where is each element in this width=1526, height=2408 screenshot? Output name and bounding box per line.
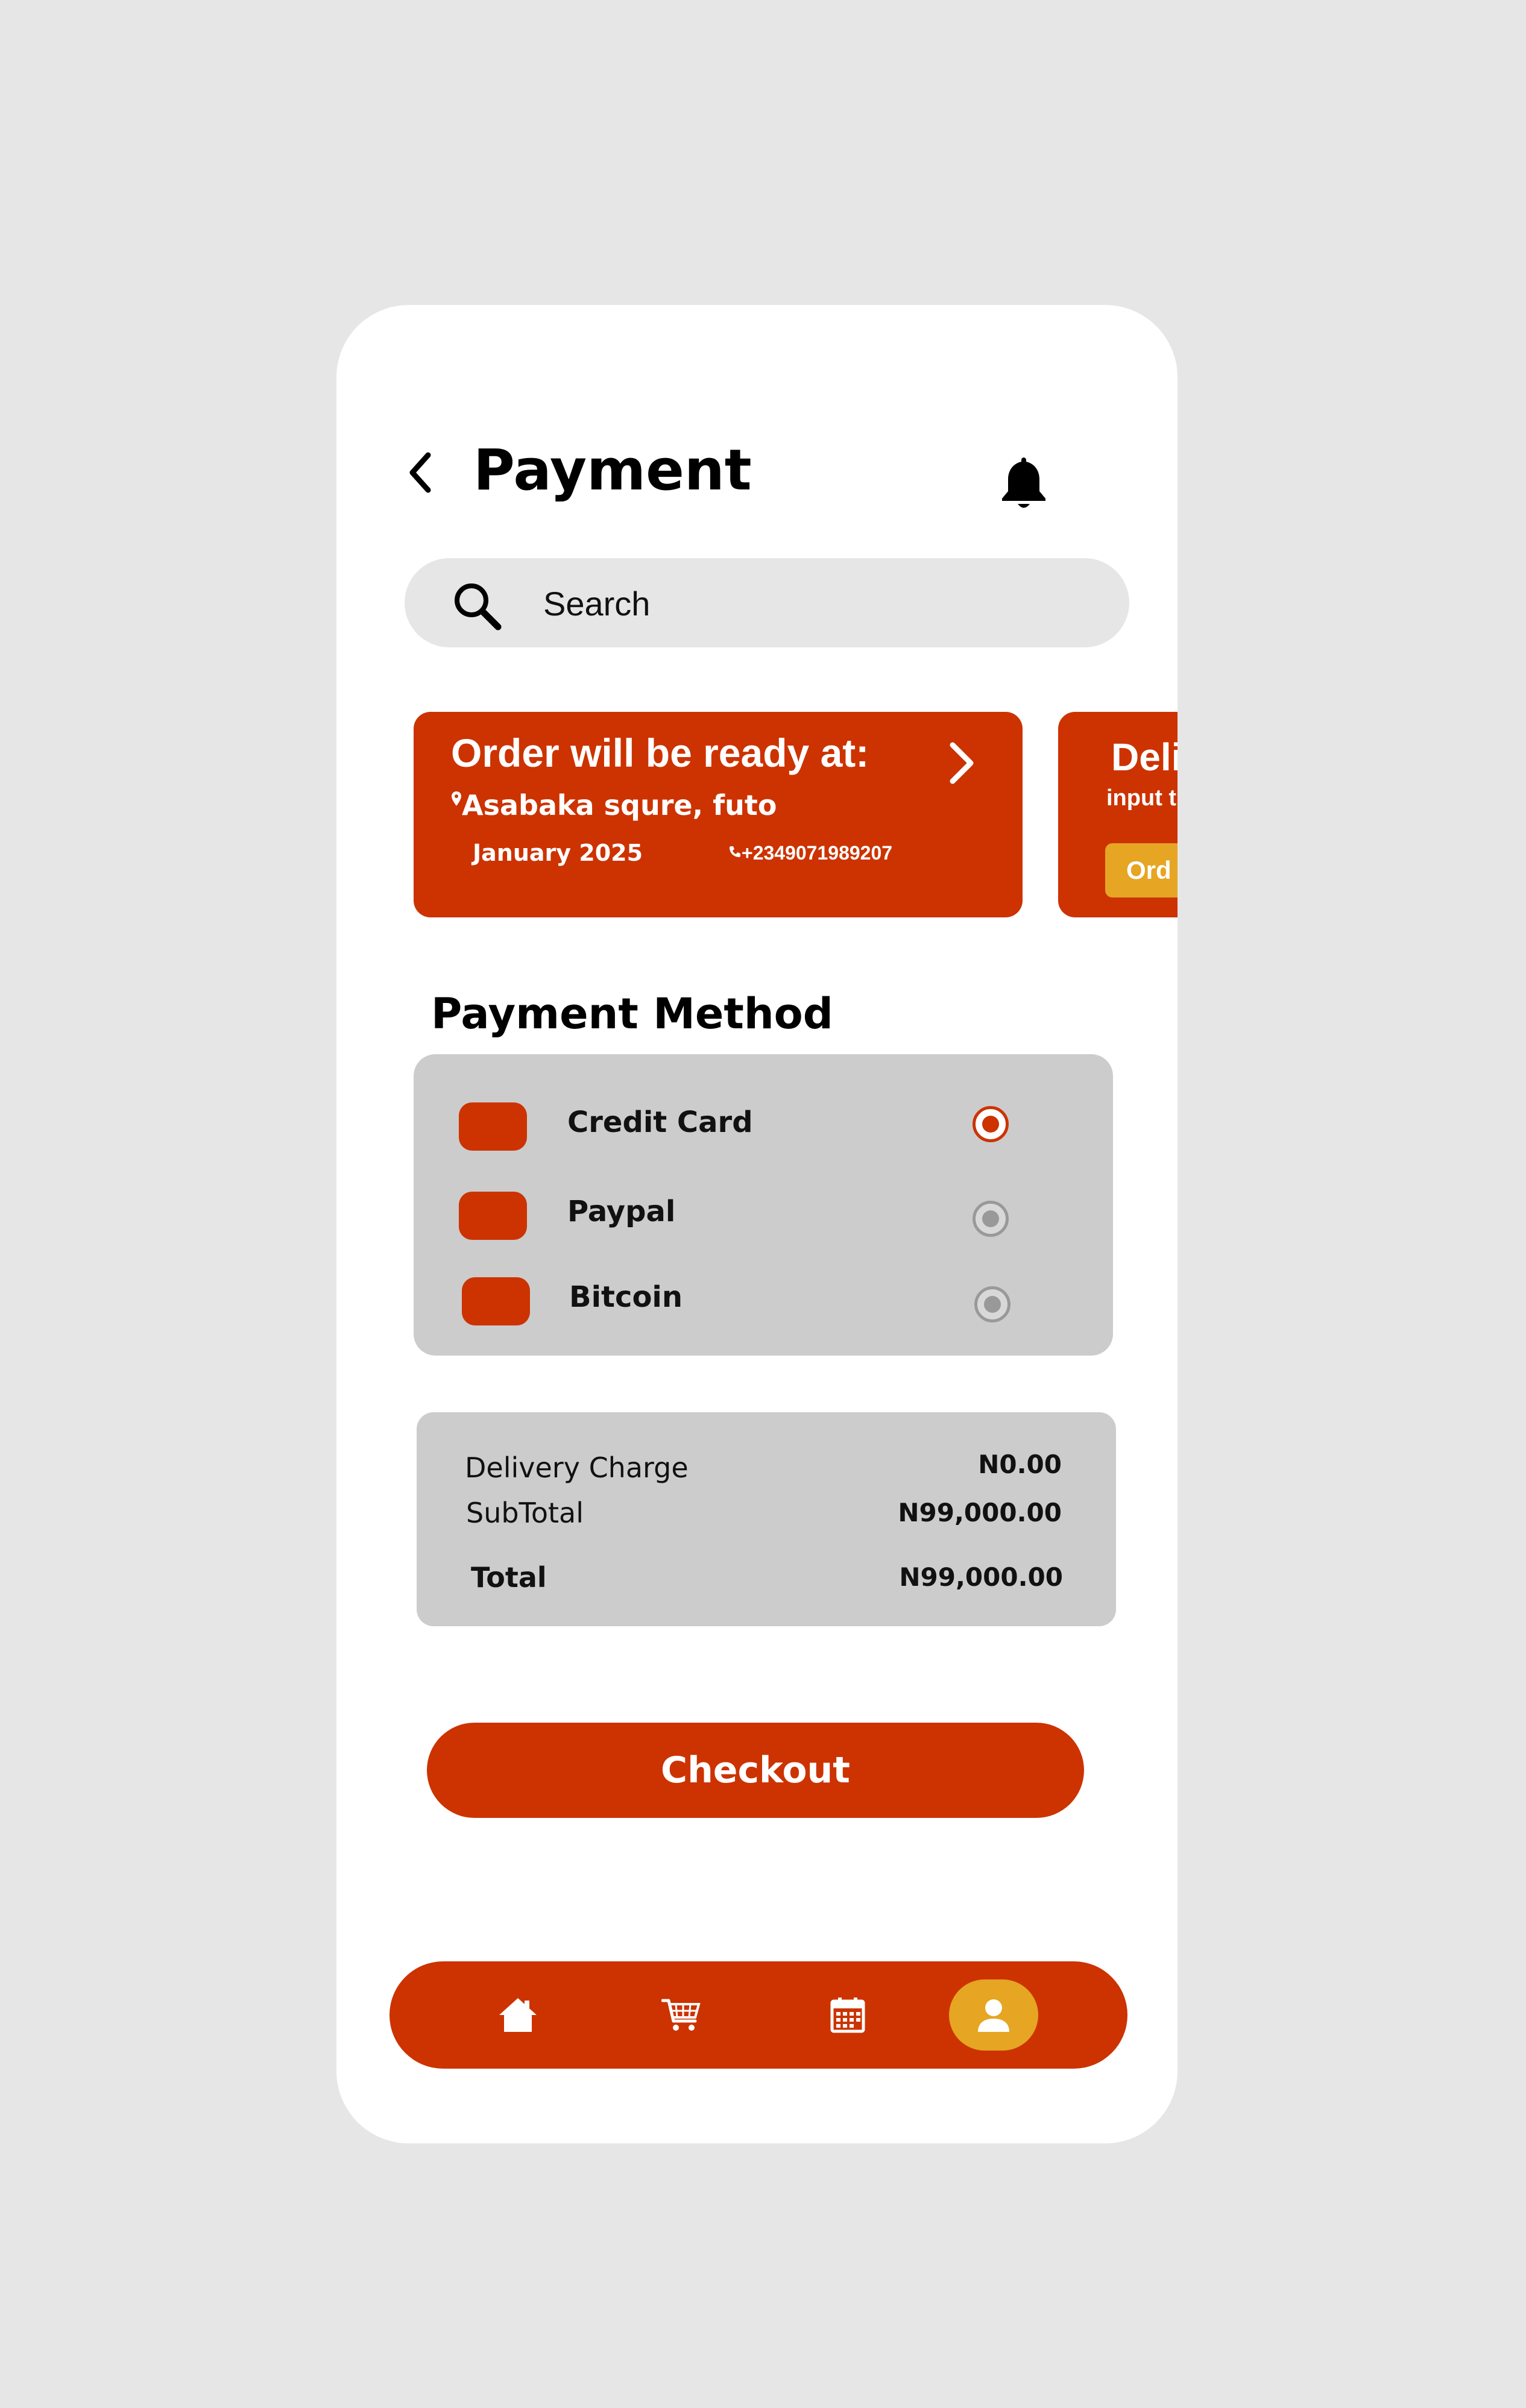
- nav-cart[interactable]: [645, 1979, 717, 2051]
- order-heading: Order will be ready at:: [451, 731, 869, 775]
- delivery-charge-label: Delivery Charge: [465, 1451, 689, 1484]
- payment-option-label: Paypal: [567, 1195, 676, 1228]
- chevron-left-icon: [409, 452, 431, 493]
- bottom-nav: [389, 1961, 1127, 2069]
- subtotal-label: SubTotal: [466, 1497, 584, 1529]
- order-summary: Delivery Charge N0.00 SubTotal N99,000.0…: [417, 1412, 1116, 1626]
- chevron-right-icon[interactable]: [944, 739, 980, 787]
- nav-home[interactable]: [482, 1979, 554, 2051]
- payment-option-label: Credit Card: [567, 1105, 753, 1139]
- paypal-icon: [459, 1192, 527, 1240]
- payment-option-credit-card[interactable]: Credit Card: [414, 1090, 1113, 1157]
- search-input[interactable]: [543, 576, 1074, 630]
- radio-selected[interactable]: [973, 1106, 1009, 1142]
- order-address-text: Asabaka squre, futo: [462, 789, 777, 822]
- order-date: January 2025: [473, 840, 643, 866]
- phone-icon: [730, 846, 740, 857]
- total-value: N99,000.00: [899, 1562, 1063, 1592]
- search-icon: [455, 583, 502, 630]
- nav-profile[interactable]: [949, 1979, 1038, 2051]
- checkout-button[interactable]: Checkout: [427, 1723, 1084, 1818]
- delivery-order-button[interactable]: Ord: [1105, 843, 1178, 897]
- payment-method-title: Payment Method: [431, 989, 833, 1039]
- home-icon: [499, 1998, 537, 2032]
- subtotal-value: N99,000.00: [898, 1498, 1062, 1527]
- payment-option-bitcoin[interactable]: Bitcoin: [414, 1265, 1113, 1331]
- payment-method-list: Credit Card Paypal Bitcoin: [414, 1054, 1113, 1356]
- radio-unselected[interactable]: [973, 1201, 1009, 1237]
- bitcoin-icon: [462, 1277, 530, 1325]
- payment-option-label: Bitcoin: [569, 1280, 683, 1314]
- phone-screen: Payment Order will be ready at: Asabaka …: [336, 305, 1178, 2143]
- total-label: Total: [471, 1561, 547, 1594]
- bell-icon: [1002, 457, 1045, 508]
- radio-unselected[interactable]: [974, 1286, 1011, 1322]
- delivery-card[interactable]: Deli input t Ord: [1058, 712, 1178, 917]
- search-bar[interactable]: [405, 558, 1129, 647]
- cart-icon: [661, 1999, 701, 2031]
- page-title: Payment: [473, 438, 752, 503]
- order-address: Asabaka squre, futo: [451, 789, 777, 822]
- nav-calendar[interactable]: [812, 1979, 884, 2051]
- order-ready-card[interactable]: Order will be ready at: Asabaka squre, f…: [414, 712, 1023, 917]
- location-pin-icon: [452, 791, 461, 806]
- order-phone-text: +2349071989207: [742, 842, 893, 864]
- delivery-subtext: input t: [1106, 785, 1177, 811]
- calendar-icon: [830, 1998, 865, 2033]
- delivery-heading: Deli: [1111, 735, 1178, 779]
- back-button[interactable]: [402, 445, 438, 500]
- payment-option-paypal[interactable]: Paypal: [414, 1180, 1113, 1246]
- order-phone: +2349071989207: [728, 842, 892, 864]
- delivery-charge-value: N0.00: [978, 1450, 1062, 1479]
- profile-icon: [978, 1999, 1009, 2032]
- notification-button[interactable]: [991, 447, 1057, 519]
- credit-card-icon: [459, 1102, 527, 1151]
